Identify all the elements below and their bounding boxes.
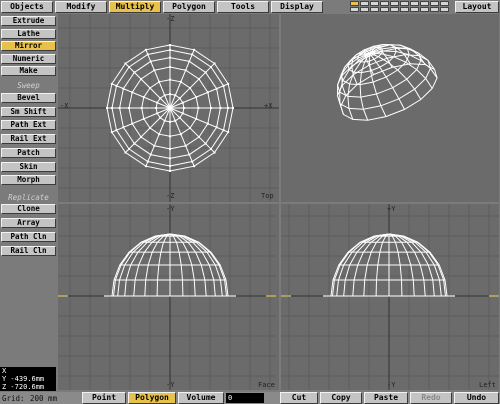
tool-extrude-button[interactable]: Extrude [1,16,56,26]
layer-8-button[interactable] [420,1,429,6]
copy-button[interactable]: Copy [320,392,362,404]
undo-button[interactable]: Undo [454,392,499,404]
axis-label-face-bottom: -Y [166,381,175,389]
layer-10-button[interactable] [440,1,449,6]
mode-volume-button[interactable]: Volume [178,392,224,404]
tool-mirror-button[interactable]: Mirror [1,41,56,51]
axis-label-left-top: +Y [387,205,396,213]
perspective-view-wireframe [336,43,438,121]
axis-label-left: -X [60,102,69,110]
tab-display[interactable]: Display [271,1,323,13]
tool-bevel-button[interactable]: Bevel [1,93,56,103]
tab-multiply[interactable]: Multiply [109,1,161,13]
viewport-face[interactable]: -Y -Y Face [58,204,279,390]
tool-skin-button[interactable]: Skin [1,161,56,172]
layer-selector[interactable] [350,1,450,13]
layer-15-button[interactable] [390,7,399,12]
axis-label-bottom: -Z [166,192,175,200]
tab-tools[interactable]: Tools [217,1,269,13]
tool-patch-button[interactable]: Patch [1,147,56,158]
replicate-header: Replicate [8,193,49,202]
viewport-name-top: Top [261,192,274,200]
layer-20-button[interactable] [440,7,449,12]
grid-value: 200 mm [30,394,58,403]
layer-16-button[interactable] [400,7,409,12]
top-view-wireframe [58,14,279,202]
layer-3-button[interactable] [370,1,379,6]
tool-rail-ext-button[interactable]: Rail Ext [1,134,56,145]
coordinate-readout: X Y -439.6mm Z -720.6mm [0,367,56,391]
tool-array-button[interactable]: Array [1,218,56,228]
left-view-wireframe [281,204,499,390]
layer-9-button[interactable] [430,1,439,6]
layer-14-button[interactable] [380,7,389,12]
tool-lathe-button[interactable]: Lathe [1,28,56,39]
tool-sm-shift-button[interactable]: Sm Shift [1,106,56,117]
tool-rail-cln-button[interactable]: Rail Cln [1,246,56,256]
face-view-wireframe [58,204,276,390]
tool-morph-button[interactable]: Morph [1,175,56,186]
layer-19-button[interactable] [430,7,439,12]
coord-z: Z -720.6mm [2,383,45,391]
viewport-left[interactable]: +Y -Y Left [281,204,499,390]
grid-label: Grid: [2,394,25,403]
paste-button[interactable]: Paste [364,392,408,404]
layer-11-button[interactable] [350,7,359,12]
tab-polygon[interactable]: Polygon [163,1,215,13]
tab-objects[interactable]: Objects [1,1,53,13]
tab-modify[interactable]: Modify [55,1,107,13]
axis-label-right: +X [264,102,273,110]
tool-path-cln-button[interactable]: Path Cln [1,232,56,242]
selection-count: 0 [226,393,264,403]
layer-2-button[interactable] [360,1,369,6]
sweep-header: Sweep [17,81,40,90]
layer-18-button[interactable] [420,7,429,12]
spoke [125,107,171,153]
layer-7-button[interactable] [410,1,419,6]
axis-label-face-top: -Y [166,205,175,213]
layer-13-button[interactable] [370,7,379,12]
tool-make-button[interactable]: Make [1,66,56,76]
spoke [169,63,215,109]
tool-numeric-button[interactable]: Numeric [1,53,56,64]
mode-polygon-button[interactable]: Polygon [128,392,176,404]
spoke [169,107,215,153]
tool-clone-button[interactable]: Clone [1,204,56,214]
viewport-top[interactable]: -Z -X +X -Z Top [58,14,279,202]
mode-point-button[interactable]: Point [82,392,126,404]
coord-x: X [2,367,7,375]
viewport-perspective[interactable] [281,14,499,202]
viewport-name-face: Face [258,381,275,389]
cut-button[interactable]: Cut [280,392,318,404]
spoke [125,63,171,109]
layout-button[interactable]: Layout [455,1,499,13]
viewport-name-left: Left [479,381,496,389]
bottom-toolbar: Grid: 200 mm Point Polygon Volume 0 Cut … [0,392,500,404]
axis-label-top: -Z [166,15,175,23]
layer-12-button[interactable] [360,7,369,12]
layer-1-button[interactable] [350,1,359,6]
layer-17-button[interactable] [410,7,419,12]
axis-label-left-bottom: -Y [387,381,396,389]
layer-4-button[interactable] [380,1,389,6]
layer-5-button[interactable] [390,1,399,6]
layer-6-button[interactable] [400,1,409,6]
coord-y: Y -439.6mm [2,375,45,383]
redo-button: Redo [410,392,452,404]
tool-path-ext-button[interactable]: Path Ext [1,120,56,131]
